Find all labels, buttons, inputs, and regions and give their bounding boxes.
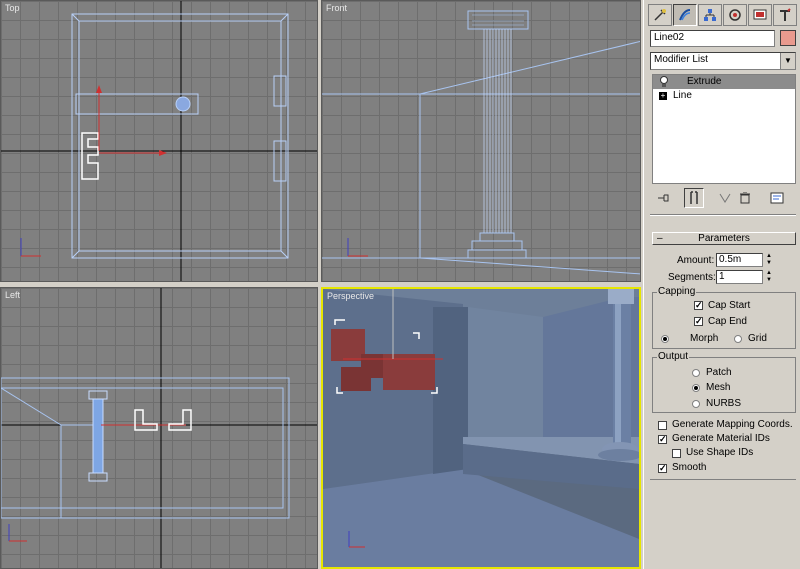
plus-icon[interactable]: + bbox=[659, 92, 667, 100]
rollout-bottom-divider bbox=[650, 479, 796, 480]
collapse-icon: – bbox=[657, 233, 663, 244]
create-tab[interactable] bbox=[648, 4, 672, 26]
segments-spinner[interactable]: ▲ ▼ bbox=[765, 270, 773, 284]
trash-icon bbox=[740, 192, 750, 204]
generate-mapping-checkbox[interactable] bbox=[658, 421, 667, 430]
cap-end-label: Cap End bbox=[708, 316, 747, 327]
nurbs-radio[interactable] bbox=[692, 400, 700, 408]
patch-label: Patch bbox=[706, 367, 732, 378]
modifier-stack[interactable]: Extrude + Line bbox=[652, 74, 796, 184]
viewport-top[interactable]: Top bbox=[0, 0, 318, 282]
chevron-down-icon[interactable]: ▼ bbox=[780, 53, 795, 69]
cap-start-checkbox[interactable]: ✓ bbox=[694, 301, 703, 310]
show-end-result-icon bbox=[690, 191, 698, 204]
viewport-label-top[interactable]: Top bbox=[5, 3, 20, 13]
remove-modifier-button[interactable] bbox=[736, 190, 754, 206]
object-name-field[interactable]: Line02 bbox=[650, 30, 775, 47]
display-icon bbox=[753, 9, 767, 20]
create-icon bbox=[654, 9, 666, 21]
mesh-radio[interactable] bbox=[692, 384, 700, 392]
configure-icon bbox=[770, 192, 784, 204]
grid-label: Grid bbox=[748, 333, 767, 344]
nurbs-label: NURBS bbox=[706, 398, 742, 409]
viewport-left-scene bbox=[1, 288, 317, 568]
utilities-tab[interactable] bbox=[773, 4, 797, 26]
viewport-top-scene bbox=[1, 1, 317, 281]
viewport-label-front[interactable]: Front bbox=[326, 3, 347, 13]
hierarchy-tab[interactable] bbox=[698, 4, 722, 26]
utilities-icon bbox=[780, 8, 791, 21]
use-shape-ids-label: Use Shape IDs bbox=[686, 447, 754, 458]
amount-label: Amount: bbox=[677, 255, 715, 266]
viewport-front[interactable]: Front bbox=[321, 0, 641, 282]
amount-input[interactable]: 0.5m bbox=[716, 253, 763, 267]
mesh-label: Mesh bbox=[706, 382, 731, 393]
configure-modifier-sets-button[interactable] bbox=[768, 190, 786, 206]
cap-start-label: Cap Start bbox=[708, 300, 751, 311]
morph-radio[interactable] bbox=[661, 335, 669, 343]
grid-radio[interactable] bbox=[734, 335, 742, 343]
stack-item-label: Line bbox=[673, 90, 692, 101]
segments-label: Segments: bbox=[668, 272, 716, 283]
make-unique-button[interactable] bbox=[716, 190, 734, 206]
hierarchy-icon bbox=[704, 9, 716, 21]
stack-item-label: Extrude bbox=[687, 76, 722, 87]
viewport-perspective[interactable]: Perspective bbox=[321, 287, 641, 569]
pin-icon bbox=[658, 194, 669, 202]
show-end-result-button[interactable] bbox=[684, 188, 704, 208]
stack-item-line[interactable]: + Line bbox=[653, 89, 795, 103]
motion-tab[interactable] bbox=[723, 4, 747, 26]
segments-input[interactable]: 1 bbox=[716, 270, 763, 284]
use-shape-ids-checkbox[interactable] bbox=[672, 449, 681, 458]
viewport-front-scene bbox=[322, 10, 640, 275]
pin-stack-button[interactable] bbox=[654, 190, 674, 206]
motion-icon bbox=[729, 9, 741, 21]
parameters-title: Parameters bbox=[698, 233, 750, 244]
make-unique-icon bbox=[719, 193, 731, 203]
modifier-list-dropdown[interactable]: Modifier List ▼ bbox=[650, 52, 796, 70]
modify-icon bbox=[679, 9, 691, 21]
viewport-left[interactable]: Left bbox=[0, 287, 318, 569]
smooth-label: Smooth bbox=[672, 462, 707, 473]
command-panel-tabs bbox=[648, 4, 798, 26]
parameters-rollout-header[interactable]: – Parameters bbox=[652, 232, 796, 245]
patch-radio[interactable] bbox=[692, 369, 700, 377]
viewport-perspective-scene bbox=[323, 289, 639, 567]
panel-divider bbox=[650, 215, 796, 216]
amount-spinner[interactable]: ▲ ▼ bbox=[765, 253, 773, 267]
generate-material-ids-label: Generate Material IDs bbox=[672, 433, 770, 444]
modifier-list-label: Modifier List bbox=[654, 54, 708, 65]
command-panel: Line02 Modifier List ▼ Extrude + Line – … bbox=[643, 0, 800, 569]
object-color-swatch[interactable] bbox=[780, 30, 796, 46]
capping-title: Capping bbox=[657, 286, 697, 297]
viewport-label-left[interactable]: Left bbox=[5, 290, 20, 300]
cap-end-checkbox[interactable]: ✓ bbox=[694, 317, 703, 326]
generate-material-ids-checkbox[interactable]: ✓ bbox=[658, 435, 667, 444]
stack-item-extrude[interactable]: Extrude bbox=[653, 75, 795, 89]
modify-tab[interactable] bbox=[673, 4, 697, 26]
viewport-label-perspective[interactable]: Perspective bbox=[327, 291, 374, 301]
generate-mapping-label: Generate Mapping Coords. bbox=[672, 419, 793, 430]
display-tab[interactable] bbox=[748, 4, 772, 26]
output-title: Output bbox=[657, 351, 690, 362]
morph-label: Morph bbox=[690, 333, 719, 344]
smooth-checkbox[interactable]: ✓ bbox=[658, 464, 667, 473]
